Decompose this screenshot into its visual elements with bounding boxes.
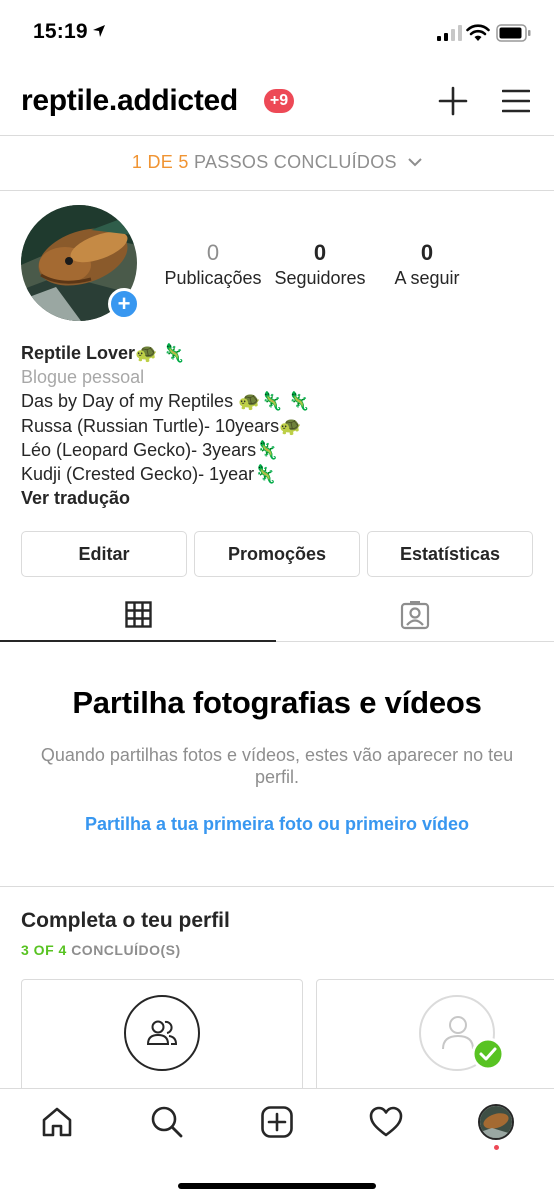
bio-name: Reptile Lover🐢 🦎: [21, 343, 185, 363]
stat-posts[interactable]: 0 Publicações: [163, 240, 263, 289]
bio-line: Russa (Russian Turtle)- 10years🐢: [21, 415, 302, 436]
status-time: 15:19: [33, 20, 88, 43]
home-indicator: [178, 1183, 376, 1189]
home-icon[interactable]: [40, 1105, 74, 1139]
stat-following-label: A seguir: [394, 268, 460, 288]
stat-following[interactable]: 0 A seguir: [377, 240, 477, 289]
bio-line: Kudji (Crested Gecko)- 1year🦎: [21, 464, 277, 485]
edit-profile-button[interactable]: Editar: [21, 531, 187, 577]
tagged-user-icon: [400, 601, 430, 630]
grid-icon: [125, 601, 152, 628]
insights-button[interactable]: Estatísticas: [367, 531, 533, 577]
search-icon[interactable]: [150, 1105, 184, 1139]
create-plus-icon[interactable]: [437, 85, 469, 117]
profile-username[interactable]: reptile.addicted: [21, 84, 238, 118]
profile-header: reptile.addicted +9: [0, 66, 554, 136]
promotions-button[interactable]: Promoções: [194, 531, 360, 577]
activity-heart-icon[interactable]: [369, 1105, 403, 1139]
complete-profile-progress: 3 OF 4 CONCLUÍDO(S): [21, 942, 181, 958]
stat-followers-label: Seguidores: [274, 268, 366, 288]
see-translation-link[interactable]: Ver tradução: [21, 486, 541, 510]
empty-state-title: Partilha fotografias e vídeos: [72, 685, 482, 720]
profile-photo-icon-circle: [419, 995, 505, 1071]
complete-profile-title: Completa o teu perfil: [21, 909, 230, 932]
stat-posts-label: Publicações: [164, 268, 262, 288]
profile-tabs: [0, 590, 554, 642]
checkmark-icon: [471, 1037, 505, 1071]
share-first-photo-link[interactable]: Partilha a tua primeira foto ou primeiro…: [0, 814, 554, 835]
status-bar: 15:19: [0, 0, 554, 66]
wifi-icon: [466, 24, 490, 41]
complete-progress-count: 3 OF 4: [21, 942, 67, 958]
add-story-plus-icon[interactable]: +: [108, 288, 140, 320]
profile-avatar-wrapper[interactable]: +: [21, 205, 140, 321]
bio-line: Das by Day of my Reptiles 🐢🦎 🦎: [21, 391, 311, 412]
stat-following-count: 0: [420, 240, 434, 265]
steps-banner[interactable]: 1 DE 5 PASSOS CONCLUÍDOS: [0, 137, 554, 191]
tab-tagged[interactable]: [277, 590, 554, 642]
complete-progress-label: CONCLUÍDO(S): [71, 942, 181, 958]
chevron-down-icon: [408, 158, 422, 167]
profile-bio: Reptile Lover🐢 🦎 Blogue pessoal Das by D…: [21, 341, 541, 510]
location-arrow-icon: [93, 25, 105, 37]
cellular-signal-icon: [437, 25, 462, 41]
notification-dot: [494, 1145, 499, 1150]
stat-followers[interactable]: 0 Seguidores: [270, 240, 370, 289]
avatar-thumbnail: [480, 1106, 512, 1138]
menu-icon[interactable]: [502, 87, 530, 115]
people-icon: [146, 1020, 178, 1045]
people-icon-circle: [124, 995, 200, 1071]
steps-text: PASSOS CONCLUÍDOS: [194, 152, 397, 172]
steps-progress: 1 DE 5: [131, 152, 189, 172]
new-post-icon[interactable]: [260, 1105, 294, 1139]
empty-state-description: Quando partilhas fotos e vídeos, estes v…: [40, 745, 514, 787]
tab-grid[interactable]: [0, 590, 276, 642]
bio-line: Léo (Leopard Gecko)- 3years🦎: [21, 439, 279, 460]
bio-category: Blogue pessoal: [21, 367, 145, 388]
notification-badge: +9: [264, 89, 294, 113]
section-divider: [0, 886, 554, 887]
battery-icon: [496, 24, 531, 42]
stat-followers-count: 0: [313, 240, 327, 265]
profile-tab-avatar[interactable]: [478, 1104, 514, 1140]
stat-posts-count: 0: [206, 240, 220, 265]
